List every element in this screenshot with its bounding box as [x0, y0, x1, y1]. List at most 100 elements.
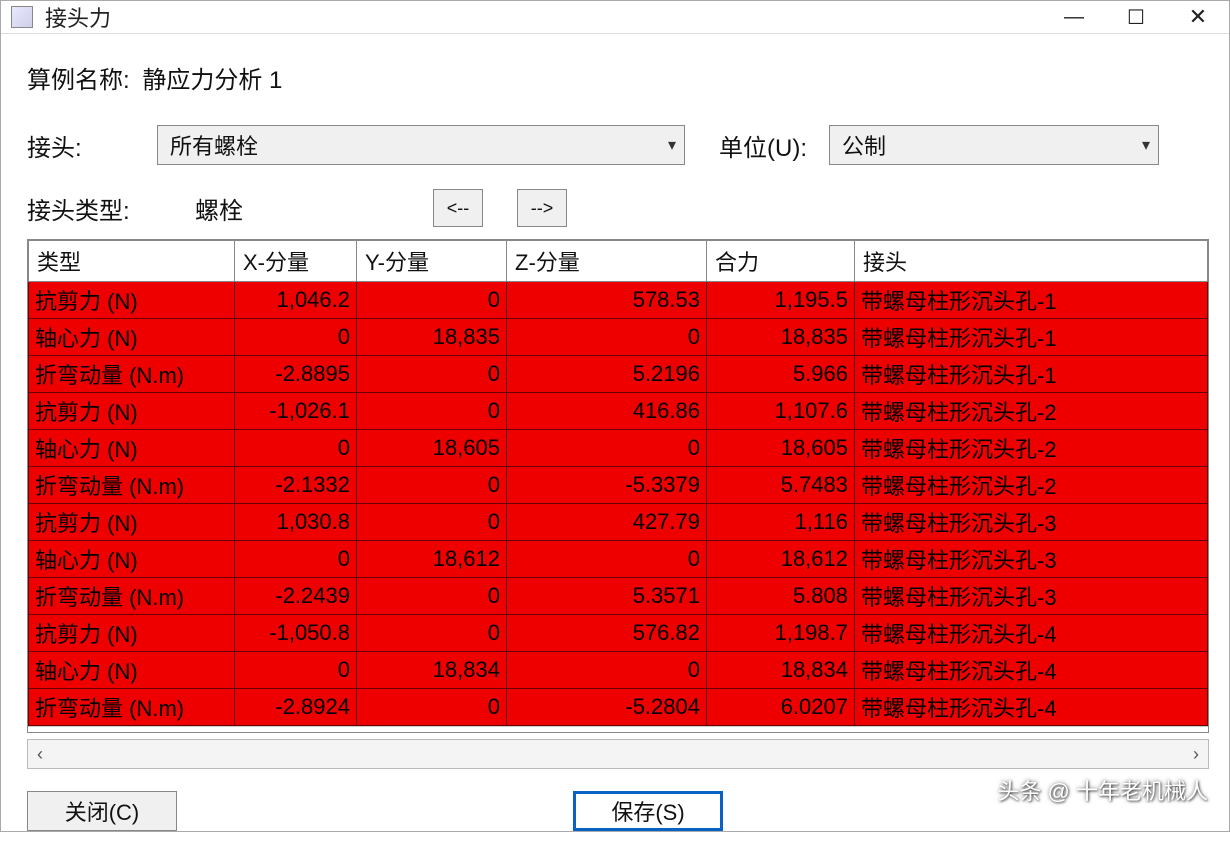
col-header-x[interactable]: X-分量: [235, 241, 357, 282]
table-row[interactable]: 抗剪力 (N)1,030.80427.791,116带螺母柱形沉头孔-3: [29, 504, 1208, 541]
cell-connector[interactable]: 带螺母柱形沉头孔-3: [855, 578, 1208, 615]
save-button[interactable]: 保存(S): [573, 791, 723, 831]
cell-connector[interactable]: 带螺母柱形沉头孔-4: [855, 689, 1208, 726]
cell-connector[interactable]: 带螺母柱形沉头孔-3: [855, 504, 1208, 541]
col-header-connector[interactable]: 接头: [855, 241, 1208, 282]
cell-resultant[interactable]: 1,116: [707, 504, 855, 541]
cell-z[interactable]: 0: [507, 430, 707, 467]
cell-type[interactable]: 轴心力 (N): [29, 541, 235, 578]
cell-y[interactable]: 0: [357, 689, 507, 726]
cell-connector[interactable]: 带螺母柱形沉头孔-2: [855, 393, 1208, 430]
table-row[interactable]: 折弯动量 (N.m)-2.889505.21965.966带螺母柱形沉头孔-1: [29, 356, 1208, 393]
table-row[interactable]: 折弯动量 (N.m)-2.89240-5.28046.0207带螺母柱形沉头孔-…: [29, 689, 1208, 726]
cell-connector[interactable]: 带螺母柱形沉头孔-1: [855, 319, 1208, 356]
cell-y[interactable]: 0: [357, 578, 507, 615]
cell-resultant[interactable]: 18,834: [707, 652, 855, 689]
cell-x[interactable]: 1,030.8: [235, 504, 357, 541]
cell-connector[interactable]: 带螺母柱形沉头孔-2: [855, 467, 1208, 504]
prev-button[interactable]: <--: [433, 189, 483, 227]
cell-x[interactable]: 0: [235, 319, 357, 356]
cell-y[interactable]: 0: [357, 393, 507, 430]
cell-x[interactable]: 0: [235, 652, 357, 689]
cell-resultant[interactable]: 1,198.7: [707, 615, 855, 652]
cell-z[interactable]: -5.3379: [507, 467, 707, 504]
cell-z[interactable]: 0: [507, 319, 707, 356]
cell-connector[interactable]: 带螺母柱形沉头孔-3: [855, 541, 1208, 578]
cell-connector[interactable]: 带螺母柱形沉头孔-2: [855, 430, 1208, 467]
table-row[interactable]: 抗剪力 (N)-1,026.10416.861,107.6带螺母柱形沉头孔-2: [29, 393, 1208, 430]
close-button[interactable]: 关闭(C): [27, 791, 177, 831]
cell-resultant[interactable]: 18,605: [707, 430, 855, 467]
maximize-button[interactable]: ☐: [1105, 1, 1167, 33]
cell-y[interactable]: 18,605: [357, 430, 507, 467]
table-row[interactable]: 轴心力 (N)018,835018,835带螺母柱形沉头孔-1: [29, 319, 1208, 356]
minimize-button[interactable]: —: [1043, 1, 1105, 33]
col-header-z[interactable]: Z-分量: [507, 241, 707, 282]
cell-x[interactable]: -1,026.1: [235, 393, 357, 430]
scroll-right-arrow-icon[interactable]: ›: [1184, 744, 1208, 765]
cell-resultant[interactable]: 5.966: [707, 356, 855, 393]
cell-type[interactable]: 轴心力 (N): [29, 319, 235, 356]
cell-type[interactable]: 抗剪力 (N): [29, 282, 235, 319]
cell-type[interactable]: 折弯动量 (N.m): [29, 578, 235, 615]
cell-resultant[interactable]: 18,835: [707, 319, 855, 356]
cell-z[interactable]: 0: [507, 541, 707, 578]
scroll-left-arrow-icon[interactable]: ‹: [28, 744, 52, 765]
cell-resultant[interactable]: 1,195.5: [707, 282, 855, 319]
table-row[interactable]: 抗剪力 (N)1,046.20578.531,195.5带螺母柱形沉头孔-1: [29, 282, 1208, 319]
cell-x[interactable]: -1,050.8: [235, 615, 357, 652]
cell-resultant[interactable]: 5.7483: [707, 467, 855, 504]
cell-x[interactable]: 0: [235, 541, 357, 578]
cell-connector[interactable]: 带螺母柱形沉头孔-1: [855, 282, 1208, 319]
cell-y[interactable]: 18,835: [357, 319, 507, 356]
cell-x[interactable]: -2.2439: [235, 578, 357, 615]
cell-y[interactable]: 18,612: [357, 541, 507, 578]
table-row[interactable]: 轴心力 (N)018,612018,612带螺母柱形沉头孔-3: [29, 541, 1208, 578]
cell-type[interactable]: 轴心力 (N): [29, 430, 235, 467]
table-row[interactable]: 抗剪力 (N)-1,050.80576.821,198.7带螺母柱形沉头孔-4: [29, 615, 1208, 652]
connector-dropdown[interactable]: 所有螺栓 ▾: [157, 125, 685, 165]
close-window-button[interactable]: ✕: [1167, 1, 1229, 33]
horizontal-scrollbar[interactable]: ‹ ›: [27, 739, 1209, 769]
col-header-y[interactable]: Y-分量: [357, 241, 507, 282]
cell-resultant[interactable]: 18,612: [707, 541, 855, 578]
cell-resultant[interactable]: 5.808: [707, 578, 855, 615]
cell-type[interactable]: 轴心力 (N): [29, 652, 235, 689]
cell-y[interactable]: 0: [357, 504, 507, 541]
cell-y[interactable]: 0: [357, 282, 507, 319]
cell-x[interactable]: 0: [235, 430, 357, 467]
cell-x[interactable]: -2.1332: [235, 467, 357, 504]
cell-x[interactable]: 1,046.2: [235, 282, 357, 319]
cell-type[interactable]: 折弯动量 (N.m): [29, 467, 235, 504]
table-row[interactable]: 轴心力 (N)018,605018,605带螺母柱形沉头孔-2: [29, 430, 1208, 467]
cell-connector[interactable]: 带螺母柱形沉头孔-4: [855, 652, 1208, 689]
next-button[interactable]: -->: [517, 189, 567, 227]
cell-y[interactable]: 0: [357, 615, 507, 652]
scroll-track[interactable]: [52, 740, 1184, 768]
unit-dropdown[interactable]: 公制 ▾: [829, 125, 1159, 165]
table-row[interactable]: 折弯动量 (N.m)-2.243905.35715.808带螺母柱形沉头孔-3: [29, 578, 1208, 615]
cell-z[interactable]: 5.2196: [507, 356, 707, 393]
cell-z[interactable]: -5.2804: [507, 689, 707, 726]
cell-z[interactable]: 578.53: [507, 282, 707, 319]
cell-x[interactable]: -2.8924: [235, 689, 357, 726]
titlebar[interactable]: 接头力 — ☐ ✕: [1, 1, 1229, 34]
cell-z[interactable]: 576.82: [507, 615, 707, 652]
table-row[interactable]: 折弯动量 (N.m)-2.13320-5.33795.7483带螺母柱形沉头孔-…: [29, 467, 1208, 504]
cell-y[interactable]: 0: [357, 356, 507, 393]
cell-y[interactable]: 18,834: [357, 652, 507, 689]
table-row[interactable]: 轴心力 (N)018,834018,834带螺母柱形沉头孔-4: [29, 652, 1208, 689]
cell-type[interactable]: 折弯动量 (N.m): [29, 689, 235, 726]
cell-y[interactable]: 0: [357, 467, 507, 504]
cell-resultant[interactable]: 1,107.6: [707, 393, 855, 430]
cell-z[interactable]: 5.3571: [507, 578, 707, 615]
cell-type[interactable]: 抗剪力 (N): [29, 615, 235, 652]
cell-type[interactable]: 抗剪力 (N): [29, 393, 235, 430]
cell-type[interactable]: 折弯动量 (N.m): [29, 356, 235, 393]
cell-z[interactable]: 416.86: [507, 393, 707, 430]
cell-x[interactable]: -2.8895: [235, 356, 357, 393]
cell-z[interactable]: 427.79: [507, 504, 707, 541]
col-header-type[interactable]: 类型: [29, 241, 235, 282]
cell-connector[interactable]: 带螺母柱形沉头孔-4: [855, 615, 1208, 652]
cell-type[interactable]: 抗剪力 (N): [29, 504, 235, 541]
